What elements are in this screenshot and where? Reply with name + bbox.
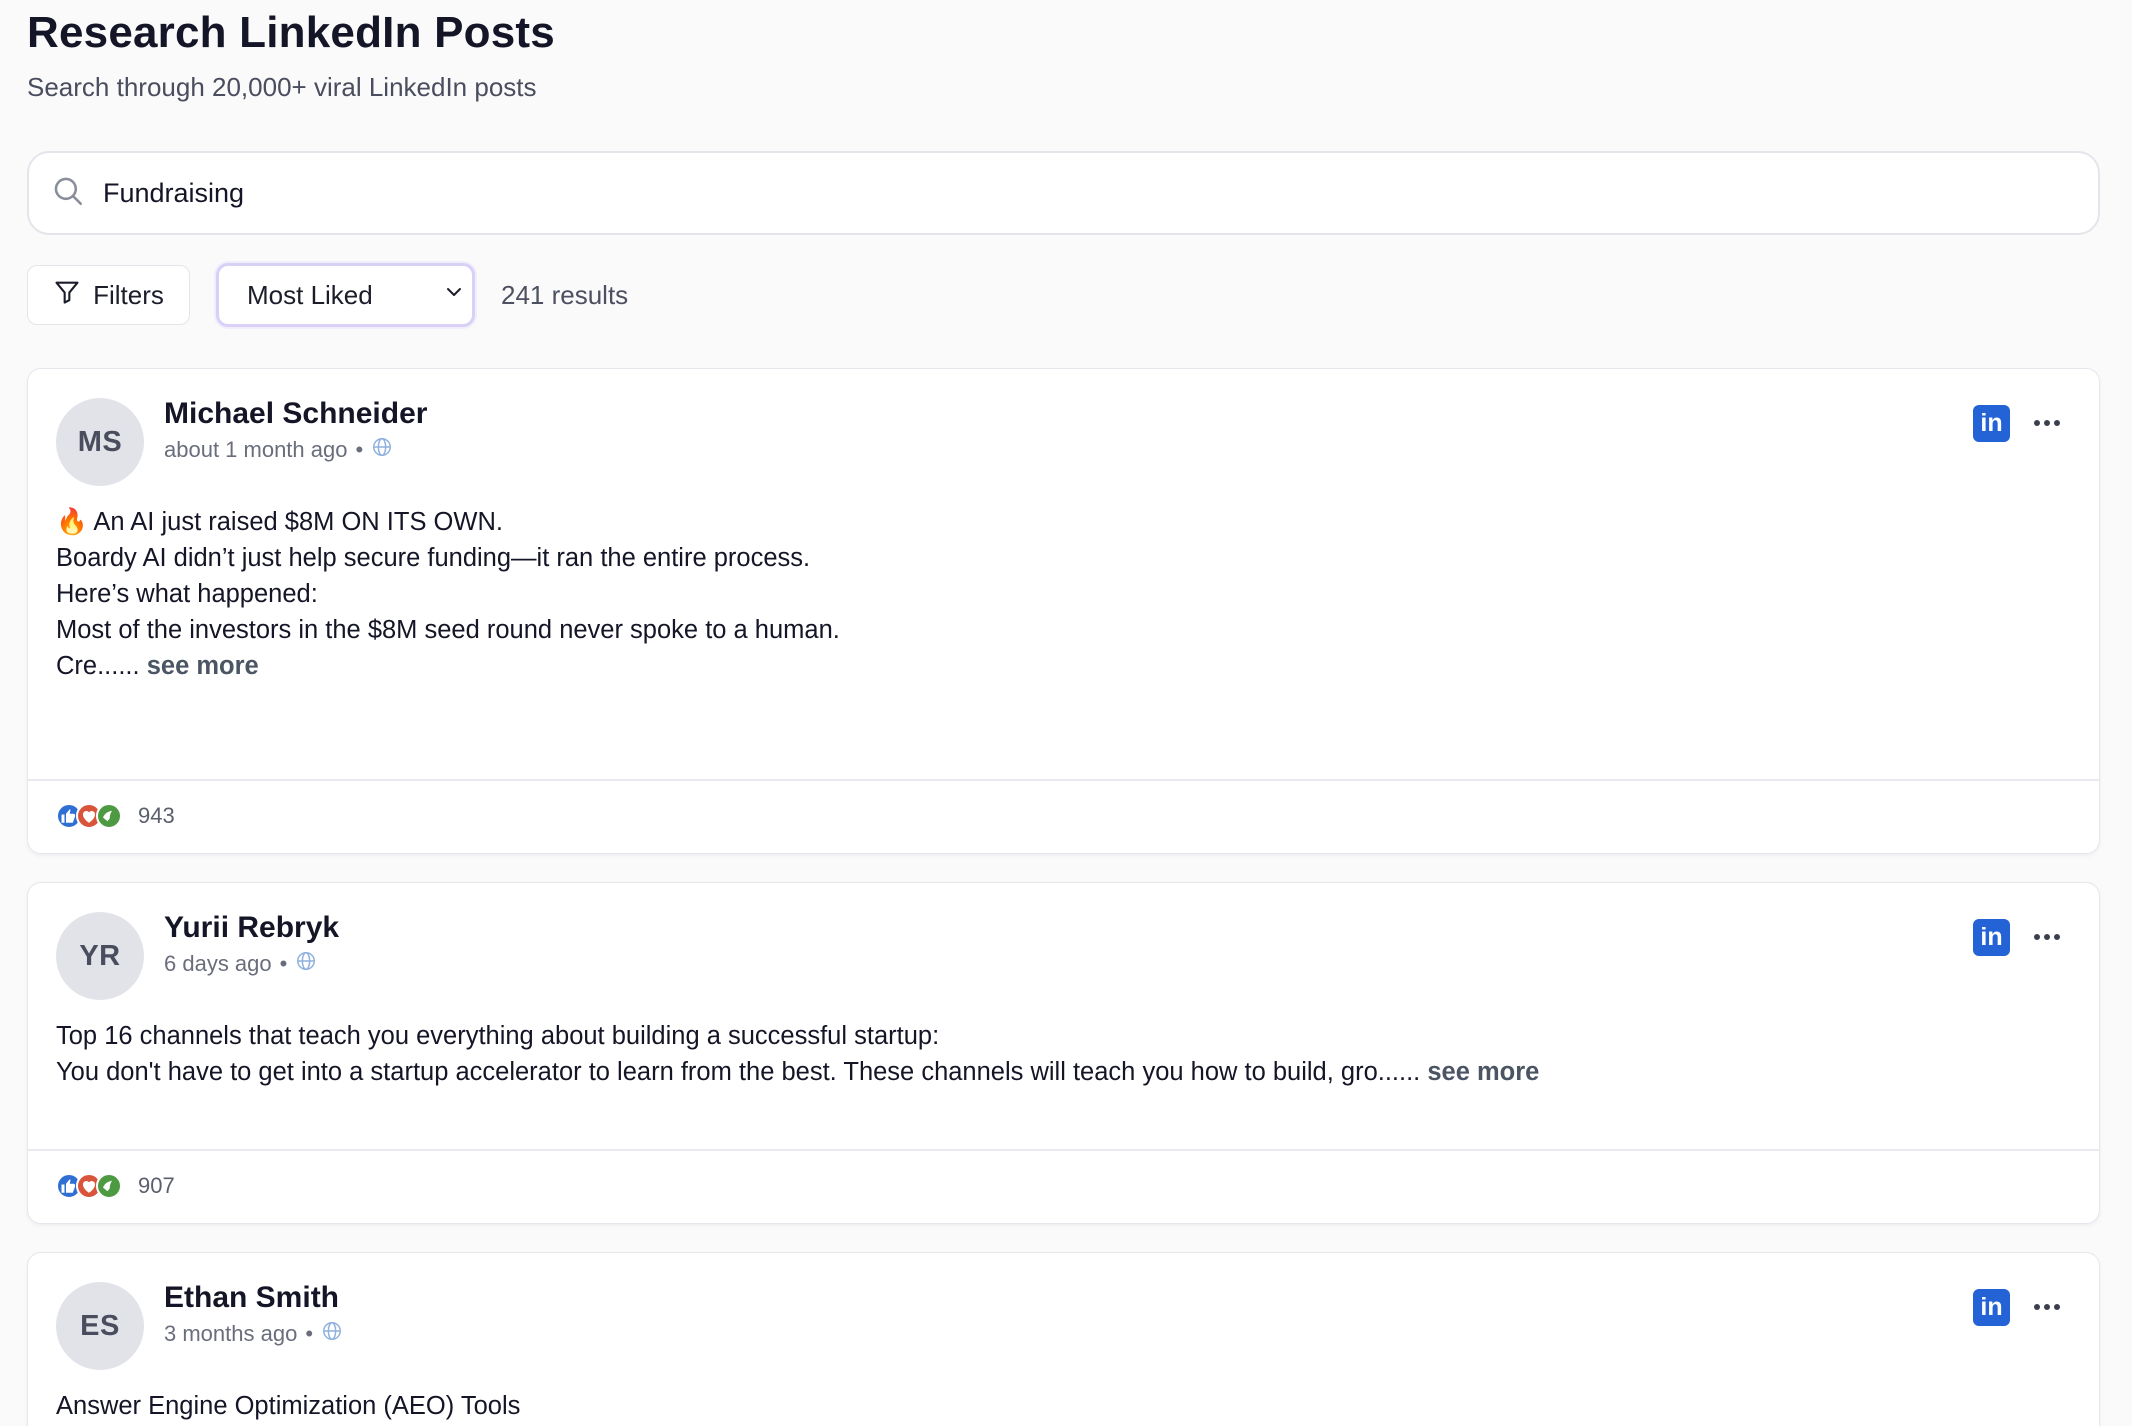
post-time: 6 days ago	[164, 951, 272, 976]
post-body: Top 16 channels that teach you everythin…	[56, 1018, 2059, 1090]
support-reaction-icon	[96, 803, 122, 829]
card-divider	[28, 1149, 2099, 1151]
card-divider	[28, 779, 2099, 781]
author-name[interactable]: Yurii Rebryk	[164, 911, 339, 945]
research-page: Research LinkedIn Posts Search through 2…	[0, 0, 2132, 1426]
reactions[interactable]: 907	[56, 1173, 175, 1199]
post-card: MS Michael Schneider about 1 month ago •…	[27, 368, 2100, 854]
post-body: Answer Engine Optimization (AEO) Tools	[56, 1388, 2059, 1424]
post-meta: 3 months ago •	[164, 1320, 343, 1348]
post-time: 3 months ago	[164, 1321, 298, 1346]
search-icon	[51, 174, 85, 213]
see-more-link[interactable]: see more	[147, 652, 259, 680]
linkedin-icon[interactable]: in	[1973, 1289, 2010, 1326]
reaction-count: 907	[138, 1173, 175, 1198]
support-reaction-icon	[96, 1173, 122, 1199]
post-line: Boardy AI didn’t just help secure fundin…	[56, 544, 811, 572]
globe-icon	[321, 1320, 343, 1348]
more-options-button[interactable]	[2029, 1289, 2065, 1325]
author-name[interactable]: Michael Schneider	[164, 397, 427, 431]
filter-icon	[53, 278, 81, 313]
post-card: YR Yurii Rebryk 6 days ago • in Top 16 c…	[27, 882, 2100, 1224]
chevron-down-icon	[442, 280, 466, 311]
post-line: 🔥 An AI just raised $8M ON ITS OWN.	[56, 508, 503, 536]
post-card: ES Ethan Smith 3 months ago • in Answer …	[27, 1252, 2100, 1426]
linkedin-icon[interactable]: in	[1973, 405, 2010, 442]
post-body: 🔥 An AI just raised $8M ON ITS OWN. Boar…	[56, 504, 2059, 684]
more-options-button[interactable]	[2029, 405, 2065, 441]
avatar: MS	[56, 398, 144, 486]
toolbar: Filters Most Liked 241 results	[27, 263, 629, 327]
post-line: Here’s what happened:	[56, 580, 318, 608]
author-name[interactable]: Ethan Smith	[164, 1281, 339, 1315]
avatar: ES	[56, 1282, 144, 1370]
page-subtitle: Search through 20,000+ viral LinkedIn po…	[27, 72, 537, 102]
reactions[interactable]: 943	[56, 803, 175, 829]
post-last-line: You don't have to get into a startup acc…	[56, 1054, 2059, 1090]
meta-separator: •	[279, 951, 288, 976]
search-bar[interactable]	[27, 151, 2100, 235]
filters-button[interactable]: Filters	[27, 265, 190, 325]
post-meta: 6 days ago •	[164, 950, 317, 978]
search-input[interactable]	[103, 177, 2003, 209]
see-more-link[interactable]: see more	[1427, 1058, 1539, 1086]
meta-separator: •	[305, 1321, 314, 1346]
globe-icon	[295, 950, 317, 978]
reaction-count: 943	[138, 803, 175, 828]
globe-icon	[371, 436, 393, 464]
post-meta: about 1 month ago •	[164, 436, 393, 464]
page-title: Research LinkedIn Posts	[27, 8, 555, 57]
post-line: Top 16 channels that teach you everythin…	[56, 1022, 940, 1050]
post-last-line: Cre...... see more	[56, 648, 2059, 684]
post-time: about 1 month ago	[164, 437, 348, 462]
post-line: Answer Engine Optimization (AEO) Tools	[56, 1392, 521, 1420]
meta-separator: •	[355, 437, 364, 462]
avatar: YR	[56, 912, 144, 1000]
filters-label: Filters	[93, 279, 164, 310]
linkedin-icon[interactable]: in	[1973, 919, 2010, 956]
results-count: 241 results	[501, 279, 629, 310]
more-options-button[interactable]	[2029, 919, 2065, 955]
sort-selected-value: Most Liked	[247, 279, 373, 310]
sort-select[interactable]: Most Liked	[216, 263, 475, 327]
post-line: Cre......	[56, 652, 140, 680]
post-line: You don't have to get into a startup acc…	[56, 1058, 1421, 1086]
post-line: Most of the investors in the $8M seed ro…	[56, 616, 840, 644]
